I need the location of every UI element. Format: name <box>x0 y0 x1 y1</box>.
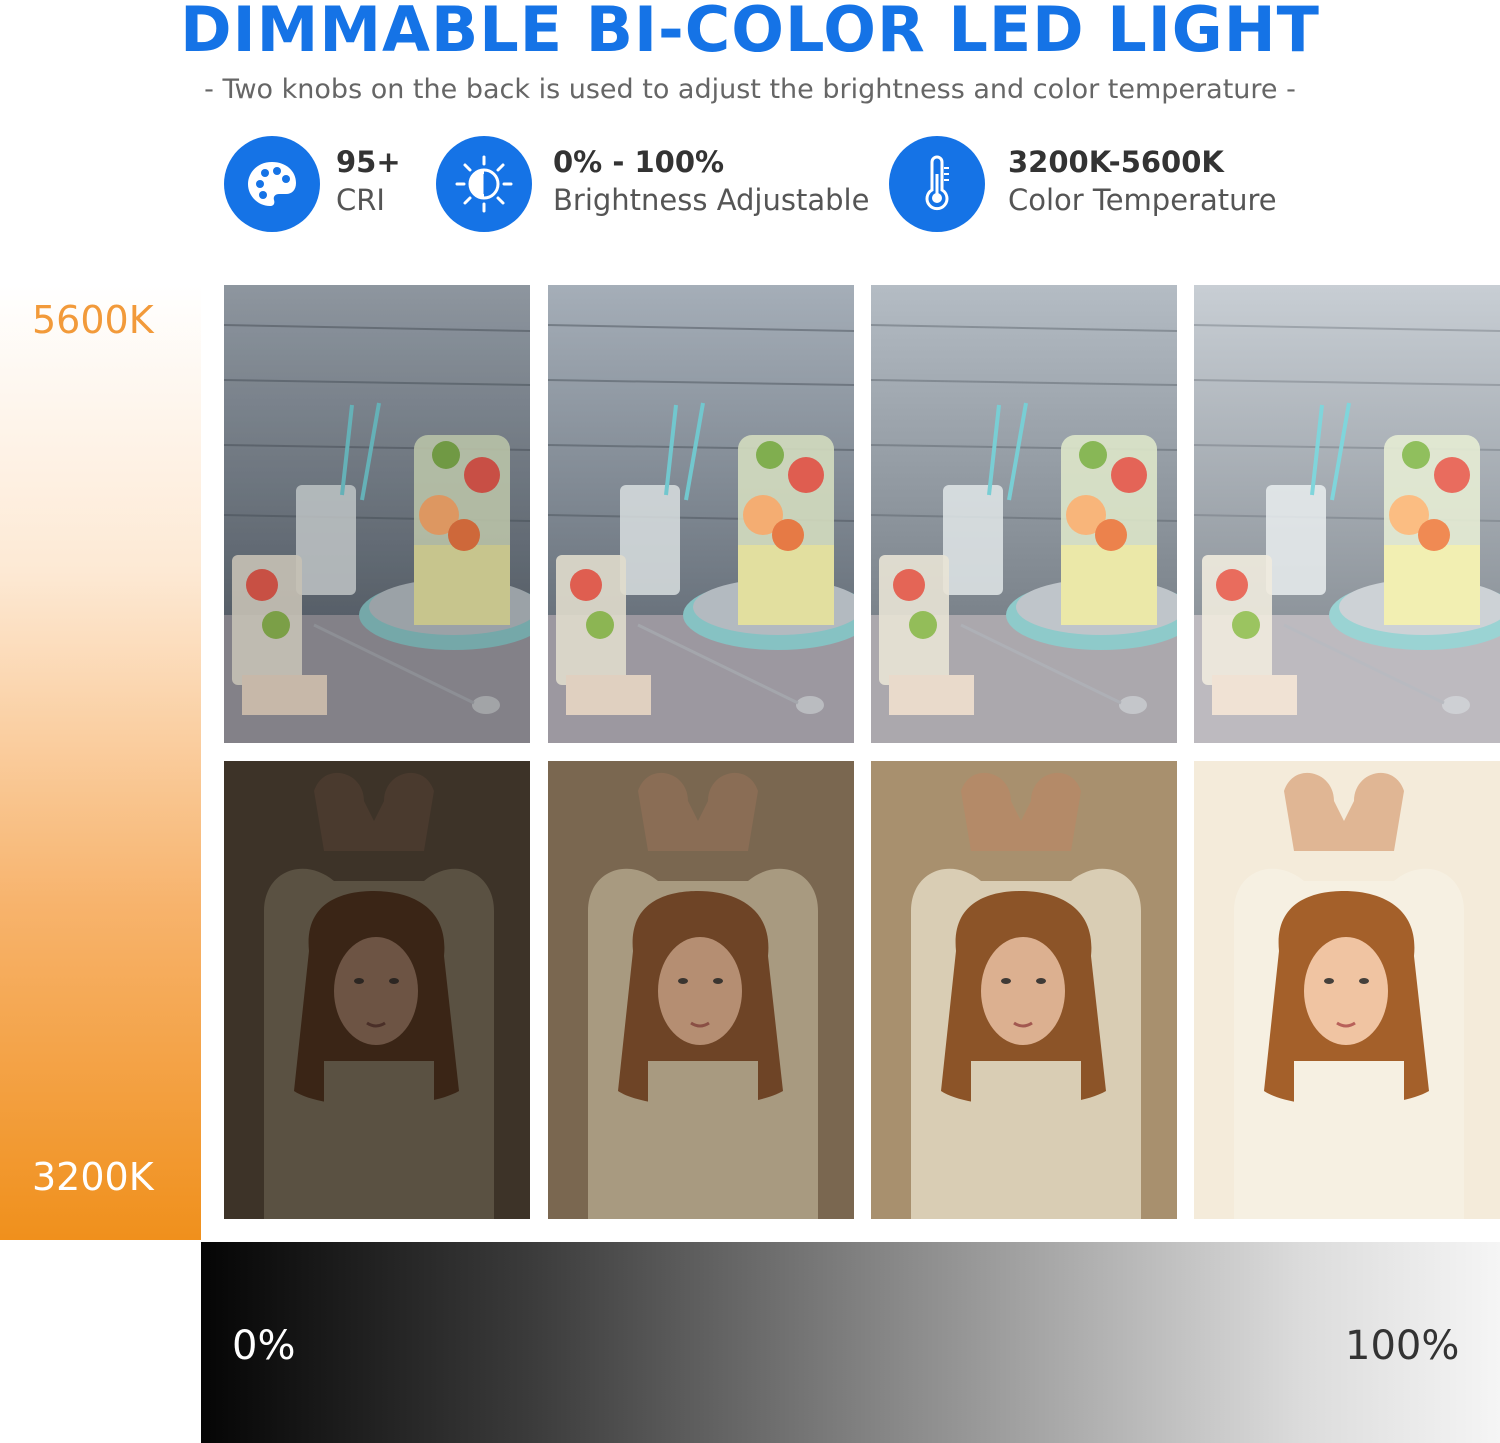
feature-cri-value: 95+ <box>336 145 401 179</box>
portrait-photo-4 <box>1194 761 1500 1219</box>
feature-cri-label: CRI <box>336 183 385 217</box>
drinks-photo-4 <box>1194 285 1500 743</box>
brightness-label-min: 0% <box>232 1323 296 1369</box>
temperature-label-high: 5600K <box>32 298 154 342</box>
drinks-photo-3 <box>871 285 1177 743</box>
feature-temperature-value: 3200K-5600K <box>1008 145 1224 179</box>
feature-brightness-value: 0% - 100% <box>553 145 725 179</box>
page-subtitle: - Two knobs on the back is used to adjus… <box>204 74 1296 105</box>
temperature-label-low: 3200K <box>32 1155 154 1199</box>
drinks-photo-2 <box>548 285 854 743</box>
portrait-photo-1 <box>224 761 530 1219</box>
feature-temperature-label: Color Temperature <box>1008 183 1277 217</box>
page-title: DIMMABLE BI-COLOR LED LIGHT <box>180 0 1320 66</box>
brightness-scale <box>201 1242 1500 1443</box>
thermometer-icon <box>889 136 985 232</box>
color-temperature-scale <box>0 285 201 1240</box>
palette-icon <box>224 136 320 232</box>
brightness-icon <box>436 136 532 232</box>
portrait-photo-3 <box>871 761 1177 1219</box>
feature-brightness-label: Brightness Adjustable <box>553 183 870 217</box>
portrait-photo-2 <box>548 761 854 1219</box>
brightness-label-max: 100% <box>1345 1323 1460 1369</box>
drinks-photo-1 <box>224 285 530 743</box>
